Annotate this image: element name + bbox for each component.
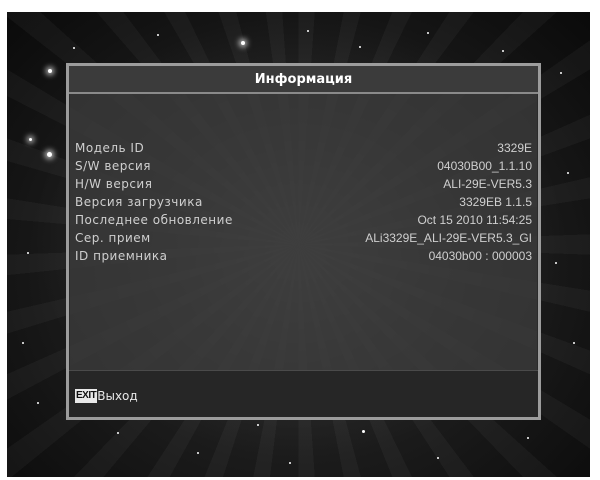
info-value: ALI-29E-VER5.3 bbox=[443, 177, 532, 191]
star bbox=[117, 432, 119, 434]
star bbox=[437, 457, 439, 459]
star bbox=[197, 452, 199, 454]
info-value: 3329EB 1.1.5 bbox=[459, 195, 532, 209]
star bbox=[47, 152, 52, 157]
starfield-background: Информация Модель ID 3329E S/W версия 04… bbox=[7, 12, 590, 477]
star bbox=[555, 262, 557, 264]
star bbox=[573, 342, 575, 344]
info-label: H/W версия bbox=[75, 177, 153, 191]
info-value: 04030B00_1.1.10 bbox=[437, 159, 532, 173]
info-label: Модель ID bbox=[75, 141, 145, 155]
exit-key-icon: EXIT bbox=[75, 389, 98, 403]
star bbox=[22, 342, 24, 344]
info-value: Oct 15 2010 11:54:25 bbox=[417, 213, 532, 227]
info-dialog: Информация Модель ID 3329E S/W версия 04… bbox=[66, 63, 541, 420]
star bbox=[502, 50, 504, 52]
info-row-model-id: Модель ID 3329E bbox=[75, 139, 532, 157]
info-label: Сер. прием bbox=[75, 231, 151, 245]
star bbox=[567, 172, 569, 174]
dialog-title: Информация bbox=[69, 66, 538, 94]
info-list: Модель ID 3329E S/W версия 04030B00_1.1.… bbox=[75, 139, 532, 265]
info-label: S/W версия bbox=[75, 159, 152, 173]
star bbox=[73, 47, 75, 49]
star bbox=[527, 437, 529, 439]
star bbox=[289, 462, 291, 464]
star bbox=[241, 41, 245, 45]
star bbox=[560, 72, 562, 74]
info-label: ID приемника bbox=[75, 249, 168, 263]
info-label: Последнее обновление bbox=[75, 213, 233, 227]
star bbox=[427, 32, 429, 34]
exit-label: Выход bbox=[97, 389, 138, 403]
star bbox=[48, 69, 52, 73]
star bbox=[307, 30, 309, 32]
info-value: 04030b00 : 000003 bbox=[428, 249, 532, 263]
star bbox=[157, 34, 159, 36]
info-label: Версия загрузчика bbox=[75, 195, 203, 209]
exit-hint[interactable]: EXITВыход bbox=[75, 388, 138, 404]
star bbox=[359, 46, 361, 48]
info-value: 3329E bbox=[497, 141, 532, 155]
dialog-footer: EXITВыход bbox=[69, 370, 538, 417]
info-row-loader-version: Версия загрузчика 3329EB 1.1.5 bbox=[75, 193, 532, 211]
info-row-receiver-id: ID приемника 04030b00 : 000003 bbox=[75, 247, 532, 265]
star bbox=[37, 402, 39, 404]
info-value: ALi3329E_ALI-29E-VER5.3_GI bbox=[365, 231, 532, 245]
info-row-hw-version: H/W версия ALI-29E-VER5.3 bbox=[75, 175, 532, 193]
info-row-serial: Сер. прием ALi3329E_ALI-29E-VER5.3_GI bbox=[75, 229, 532, 247]
star bbox=[29, 138, 32, 141]
info-row-sw-version: S/W версия 04030B00_1.1.10 bbox=[75, 157, 532, 175]
star bbox=[257, 424, 259, 426]
star bbox=[362, 430, 365, 433]
star bbox=[27, 252, 29, 254]
tv-screen-frame: Информация Модель ID 3329E S/W версия 04… bbox=[0, 0, 600, 480]
info-row-last-update: Последнее обновление Oct 15 2010 11:54:2… bbox=[75, 211, 532, 229]
